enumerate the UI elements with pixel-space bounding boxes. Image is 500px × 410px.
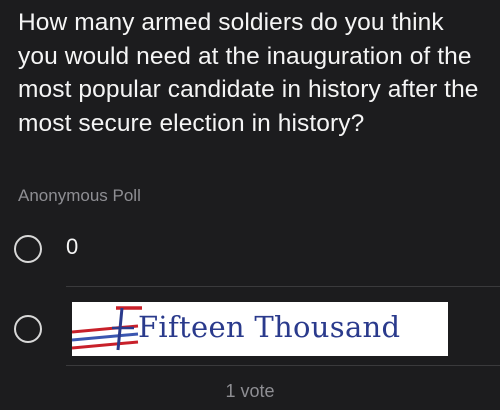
option-divider [66,286,500,287]
poll-card: How many armed soldiers do you think you… [0,0,500,410]
poll-option-image-text: Fifteen Thousand [138,310,401,344]
vote-count[interactable]: 1 vote [0,381,500,402]
radio-unselected-icon[interactable] [14,315,42,343]
poll-type-label: Anonymous Poll [18,186,141,205]
poll-option-label: 0 [66,234,79,259]
poll-option-0[interactable]: 0 [0,230,500,276]
poll-option-fifteen-thousand[interactable]: Fifteen Thousand [0,286,500,366]
radio-unselected-icon[interactable] [14,235,42,263]
poll-question: How many armed soldiers do you think you… [18,9,479,137]
poll-option-image: Fifteen Thousand [72,302,448,356]
option-divider [66,365,500,366]
